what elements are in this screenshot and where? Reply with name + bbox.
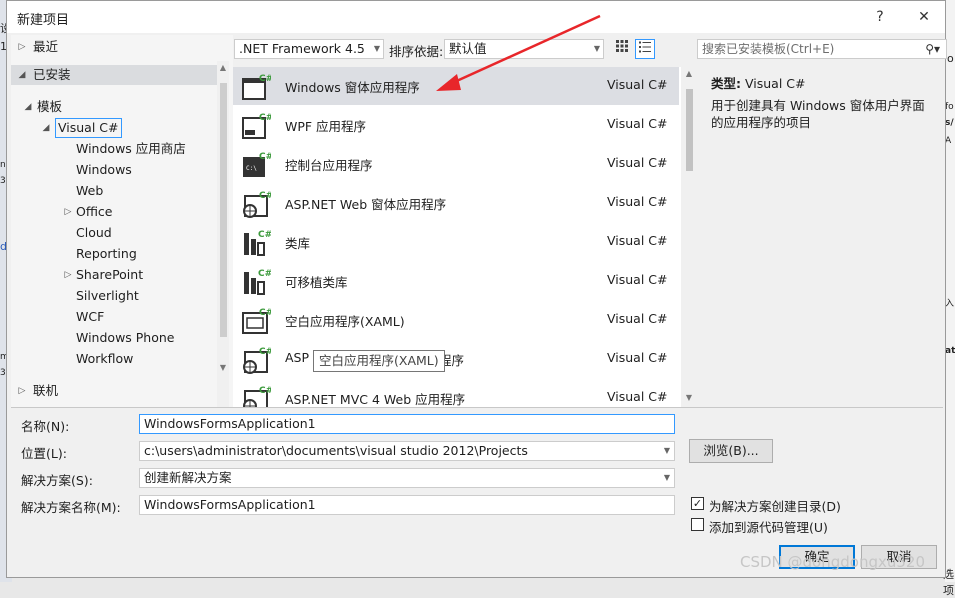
- annotation-arrow-icon: [436, 14, 601, 91]
- csdn-watermark: CSDN @dongdongxu520: [740, 553, 926, 571]
